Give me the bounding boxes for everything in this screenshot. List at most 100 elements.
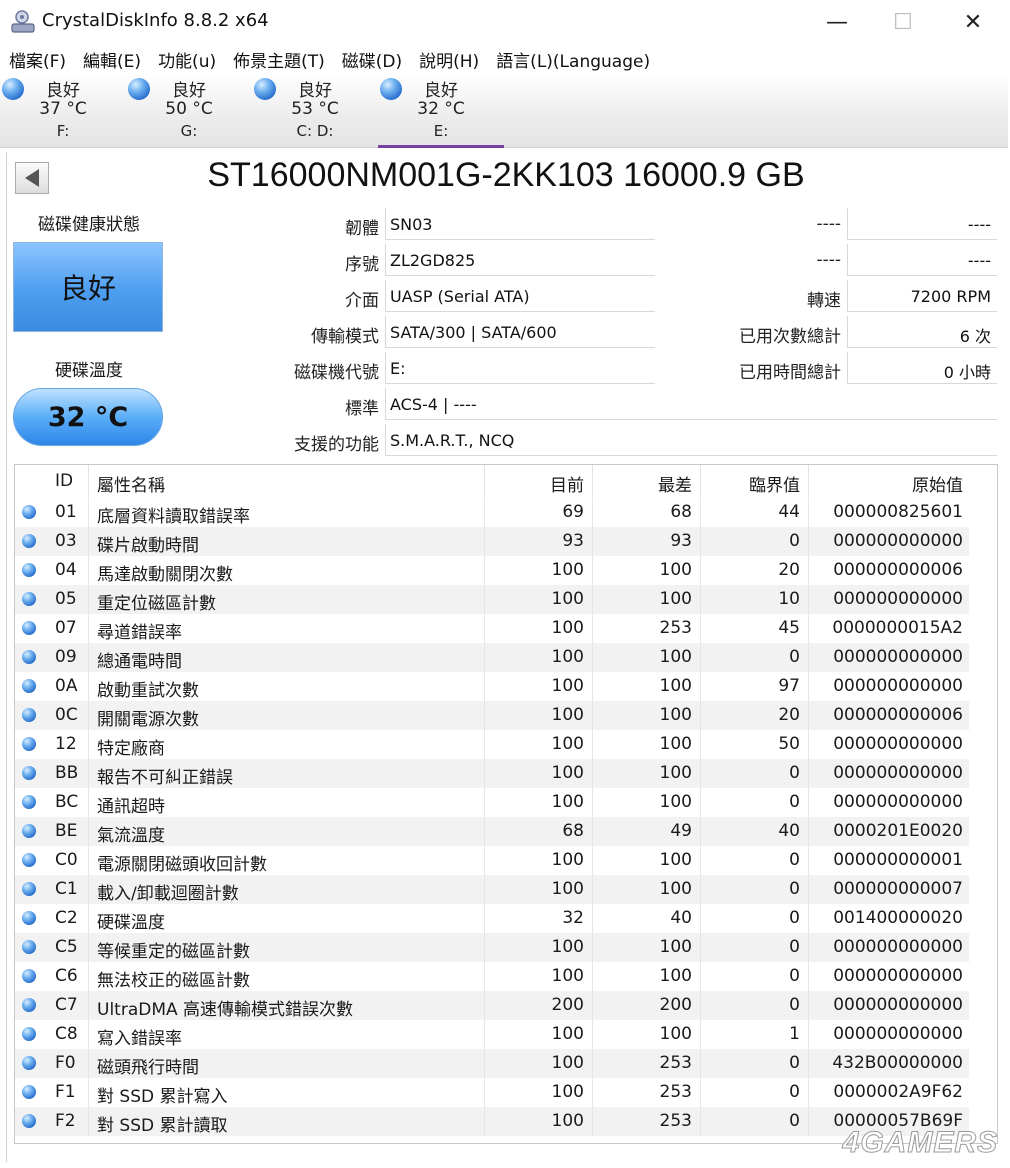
attr-current: 100 — [485, 556, 593, 585]
table-row[interactable]: BB 報告不可糾正錯誤 100 100 0 000000000000 — [15, 759, 969, 788]
attr-current: 100 — [485, 585, 593, 614]
attr-current: 32 — [485, 904, 593, 933]
attr-current: 100 — [485, 730, 593, 759]
drive-tab-f[interactable]: 良好 37 °C F: — [0, 74, 126, 146]
features-value: S.M.A.R.T., NCQ — [385, 424, 997, 456]
drive-letter: C: D: — [296, 122, 334, 140]
drive-tab-cd[interactable]: 良好 53 °C C: D: — [252, 74, 378, 146]
attr-id: 0A — [41, 672, 89, 701]
attr-threshold: 0 — [701, 933, 809, 962]
table-row[interactable]: C0 電源關閉磁頭收回計數 100 100 0 000000000001 — [15, 846, 969, 875]
attr-name: 載入/卸載迴圈計數 — [89, 875, 485, 904]
attr-raw-value: 000000000006 — [833, 705, 963, 725]
attr-id: C8 — [41, 1020, 89, 1049]
right-value-2: ---- — [847, 244, 997, 276]
health-status-button[interactable]: 良好 — [13, 242, 163, 332]
menu-edit[interactable]: 編輯(E) — [74, 46, 149, 74]
attr-raw-value: 000000825601 — [833, 502, 963, 522]
menu-file[interactable]: 檔案(F) — [0, 46, 74, 74]
attr-threshold: 97 — [701, 672, 809, 701]
drive-status: 良好 — [172, 81, 206, 101]
table-row[interactable]: 01 底層資料讀取錯誤率 69 68 44 000000825601 — [15, 498, 969, 527]
attr-name: 硬碟溫度 — [89, 904, 485, 933]
previous-disk-button[interactable] — [15, 162, 49, 194]
attr-threshold: 0 — [701, 1049, 809, 1078]
header-raw-value[interactable]: 原始值 — [809, 465, 969, 497]
attr-name: 重定位磁區計數 — [89, 585, 485, 614]
status-cell — [15, 904, 41, 933]
drive-tab-e[interactable]: 良好 32 °C E: — [378, 74, 504, 148]
table-row[interactable]: F1 對 SSD 累計寫入 100 253 0 0000002A9F62 — [15, 1078, 969, 1107]
attr-id: 03 — [41, 527, 89, 556]
table-row[interactable]: F0 磁頭飛行時間 100 253 0 432B00000000 — [15, 1049, 969, 1078]
status-good-icon — [22, 1114, 36, 1128]
menu-help[interactable]: 說明(H) — [410, 46, 487, 74]
close-button[interactable]: ✕ — [950, 6, 996, 38]
menu-theme[interactable]: 佈景主題(T) — [224, 46, 333, 74]
drive-letter-value: E: — [385, 352, 655, 384]
attr-current: 100 — [485, 614, 593, 643]
table-row[interactable]: BE 氣流溫度 68 49 40 0000201E0020 — [15, 817, 969, 846]
attr-current: 100 — [485, 701, 593, 730]
table-row[interactable]: 09 總通電時間 100 100 0 000000000000 — [15, 643, 969, 672]
attr-threshold: 20 — [701, 556, 809, 585]
table-row[interactable]: C2 硬碟溫度 32 40 0 001400000020 — [15, 904, 969, 933]
attr-worst: 100 — [593, 730, 701, 759]
drive-temperature: 53 °C — [291, 99, 339, 119]
status-cell — [15, 962, 41, 991]
attr-raw-value: 000000000001 — [833, 850, 963, 870]
table-row[interactable]: C5 等候重定的磁區計數 100 100 0 000000000000 — [15, 933, 969, 962]
status-cell — [15, 1107, 41, 1136]
table-row[interactable]: 0C 開關電源次數 100 100 20 000000000006 — [15, 701, 969, 730]
attr-worst: 100 — [593, 1020, 701, 1049]
table-row[interactable]: F2 對 SSD 累計讀取 100 253 0 00000057B69F — [15, 1107, 969, 1136]
drive-tab-g[interactable]: 良好 50 °C G: — [126, 74, 252, 146]
status-good-icon — [22, 650, 36, 664]
attr-threshold: 20 — [701, 701, 809, 730]
smart-attributes-table[interactable]: ID 屬性名稱 目前 最差 臨界值 原始值 01 底層資料讀取錯誤率 69 68 44 0… — [14, 464, 998, 1144]
table-row[interactable]: C6 無法校正的磁區計數 100 100 0 000000000000 — [15, 962, 969, 991]
window-title: CrystalDiskInfo 8.8.2 x64 — [42, 10, 269, 31]
header-current[interactable]: 目前 — [485, 465, 593, 497]
header-worst[interactable]: 最差 — [593, 465, 701, 497]
attr-current: 100 — [485, 1107, 593, 1136]
attr-raw-value: 000000000000 — [833, 966, 963, 986]
attr-id: 07 — [41, 614, 89, 643]
header-id[interactable]: ID — [41, 465, 89, 497]
attr-id: C1 — [41, 875, 89, 904]
table-row[interactable]: 03 碟片啟動時間 93 93 0 000000000000 — [15, 527, 969, 556]
maximize-button[interactable]: ☐ — [880, 6, 926, 38]
attr-current: 100 — [485, 643, 593, 672]
table-row[interactable]: BC 通訊超時 100 100 0 000000000000 — [15, 788, 969, 817]
attr-name: 底層資料讀取錯誤率 — [89, 498, 485, 527]
status-good-icon — [22, 853, 36, 867]
table-row[interactable]: 05 重定位磁區計數 100 100 10 000000000000 — [15, 585, 969, 614]
table-row[interactable]: C1 載入/卸載迴圈計數 100 100 0 000000000007 — [15, 875, 969, 904]
rotation-value: 7200 RPM — [847, 280, 997, 312]
attr-name: 馬達啟動關閉次數 — [89, 556, 485, 585]
minimize-button[interactable]: — — [814, 6, 860, 38]
drive-temperature: 37 °C — [39, 99, 87, 119]
table-row[interactable]: 04 馬達啟動關閉次數 100 100 20 000000000006 — [15, 556, 969, 585]
attr-id: F1 — [41, 1078, 89, 1107]
table-row[interactable]: 0A 啟動重試次數 100 100 97 000000000000 — [15, 672, 969, 701]
table-row[interactable]: 12 特定廠商 100 100 50 000000000000 — [15, 730, 969, 759]
status-good-icon — [254, 78, 276, 100]
attr-threshold: 45 — [701, 614, 809, 643]
header-attribute-name[interactable]: 屬性名稱 — [89, 465, 485, 497]
table-row[interactable]: C7 UltraDMA 高速傳輸模式錯誤次數 200 200 0 000000000000 — [15, 991, 969, 1020]
table-row[interactable]: C8 寫入錯誤率 100 100 1 000000000000 — [15, 1020, 969, 1049]
menu-function[interactable]: 功能(u) — [149, 46, 224, 74]
attr-id: BE — [41, 817, 89, 846]
features-label: 支援的功能 — [294, 435, 379, 455]
table-row[interactable]: 07 尋道錯誤率 100 253 45 0000000015A2 — [15, 614, 969, 643]
temperature-button[interactable]: 32 °C — [13, 388, 163, 446]
menu-language[interactable]: 語言(L)(Language) — [487, 46, 658, 74]
attr-raw-value: 001400000020 — [833, 908, 963, 928]
attr-id: C2 — [41, 904, 89, 933]
menu-disk[interactable]: 磁碟(D) — [333, 46, 410, 74]
drive-temperature: 32 °C — [417, 99, 465, 119]
header-threshold[interactable]: 臨界值 — [701, 465, 809, 497]
status-cell — [15, 556, 41, 585]
attr-current: 100 — [485, 933, 593, 962]
